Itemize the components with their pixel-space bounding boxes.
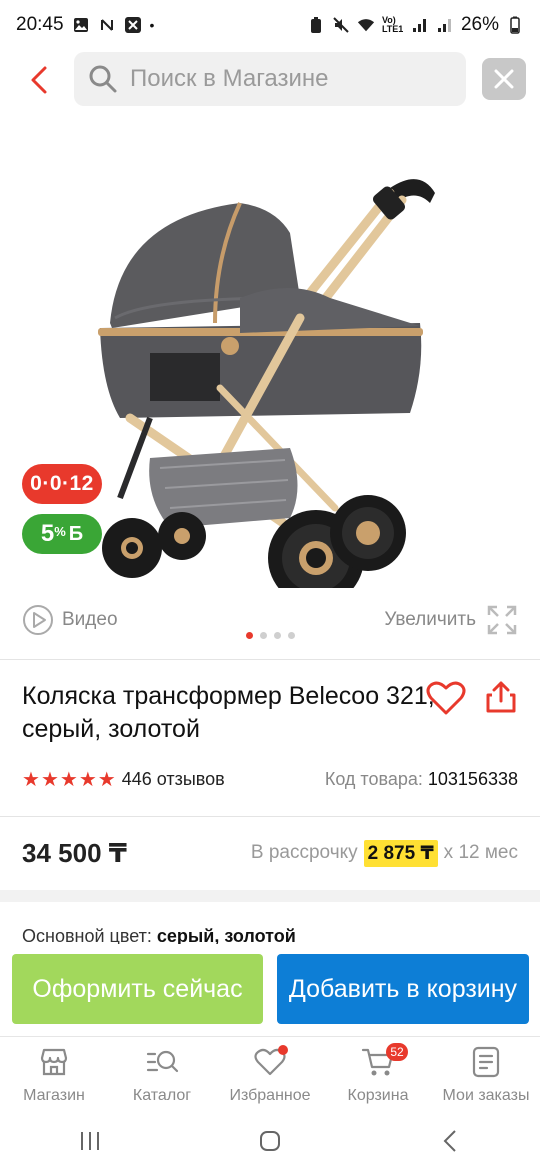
signal-2-icon [436, 16, 454, 34]
bonus-percent-sign: % [54, 523, 66, 539]
product-code-value: 103156338 [427, 768, 518, 789]
star-icon: ★ [40, 768, 59, 791]
tab-label: Корзина [347, 1087, 409, 1104]
tab-label: Каталог [132, 1087, 192, 1104]
cart-count-badge: 52 [386, 1043, 408, 1061]
gallery-dot[interactable] [246, 632, 253, 639]
star-icon: ★ [59, 768, 78, 791]
gallery-pagination [246, 632, 295, 639]
installment-amount: 2 875 ₸ [363, 839, 438, 867]
installment-badge: 0·0·12 [22, 464, 102, 504]
video-label: Видео [62, 609, 118, 630]
star-icon: ★ [97, 768, 116, 791]
recent-apps-button[interactable] [70, 1121, 110, 1161]
gallery-dot[interactable] [260, 632, 267, 639]
battery-percent: 26% [460, 14, 499, 35]
share-button[interactable] [484, 680, 520, 716]
add-to-cart-button[interactable]: Добавить в корзину [277, 954, 529, 1024]
close-icon [494, 69, 514, 89]
signal-icon [411, 16, 429, 34]
tab-label: Избранное [229, 1087, 311, 1104]
expand-icon [487, 605, 517, 635]
tab-orders[interactable]: Мои заказы [432, 1037, 540, 1112]
section-divider [0, 890, 540, 902]
share-icon [486, 681, 516, 713]
network-type: Vo) LTE1 [381, 15, 404, 34]
buy-now-button[interactable]: Оформить сейчас [12, 954, 263, 1024]
heart-icon [426, 681, 466, 715]
star-icon: ★ [78, 768, 97, 791]
product-price: 34 500 ₸ [22, 837, 127, 868]
back-icon [443, 1130, 456, 1152]
favorite-button[interactable] [426, 680, 466, 716]
tab-label: Магазин [23, 1087, 85, 1104]
bonus-badge: 5% Б [22, 514, 102, 554]
wifi-icon [357, 16, 375, 34]
product-title: Коляска трансформер Belecoo 321, серый, … [22, 682, 435, 743]
zoom-label: Увеличить [384, 609, 476, 630]
stroller-product-image[interactable] [90, 148, 450, 588]
divider [0, 659, 540, 660]
installment-suffix: x 12 мес [443, 842, 518, 863]
search-header [0, 50, 540, 110]
gallery-dot[interactable] [288, 632, 295, 639]
gallery-dot[interactable] [274, 632, 281, 639]
video-button[interactable]: Видео [22, 604, 118, 636]
bonus-letter: Б [68, 522, 84, 545]
status-bar: 20:45 • Vo) LTE1 26% [0, 0, 540, 50]
color-value: серый, золотой [156, 926, 296, 944]
reviews-link[interactable]: 446 отзывов [122, 769, 225, 790]
bonus-percent: 5 [40, 520, 55, 547]
system-back-button[interactable] [430, 1121, 470, 1161]
product-code-label: Код товара: [324, 768, 423, 789]
rating-row: ★ ★ ★ ★ ★ 446 отзывов Код товара: 1031563… [22, 766, 518, 792]
battery-icon [506, 16, 524, 34]
tab-catalog[interactable]: Каталог [108, 1037, 216, 1112]
product-code: Код товара: 103156338 [325, 769, 518, 790]
nfc-icon [98, 16, 116, 34]
mute-icon [332, 16, 350, 34]
more-notifications-dot: • [149, 17, 155, 33]
tab-shop[interactable]: Магазин [0, 1037, 108, 1112]
divider [0, 816, 540, 817]
status-time: 20:45 [16, 14, 64, 35]
search-icon [89, 65, 117, 93]
zoom-button[interactable]: Увеличить [384, 604, 518, 636]
gallery-icon [72, 16, 90, 34]
product-gallery[interactable]: 0·0·12 5% Б [0, 120, 540, 650]
bottom-tab-bar: Магазин Каталог Избранное 52 Корзина Мои… [0, 1036, 540, 1112]
tab-cart[interactable]: 52 Корзина [324, 1037, 432, 1112]
recent-apps-icon [81, 1132, 99, 1150]
home-button[interactable] [250, 1121, 290, 1161]
main-color: Основной цвет: серый, золотой [22, 926, 296, 944]
rating-stars[interactable]: ★ ★ ★ ★ ★ [22, 767, 116, 792]
tab-favorites[interactable]: Избранное [216, 1037, 324, 1112]
installment-info[interactable]: В рассрочку 2 875 ₸ x 12 мес [250, 839, 518, 867]
search-input[interactable] [130, 65, 450, 93]
home-icon [260, 1131, 280, 1151]
app-notification-icon [124, 16, 142, 34]
price-row: 34 500 ₸ В рассрочку 2 875 ₸ x 12 мес [22, 836, 518, 870]
catalog-search-icon [145, 1045, 179, 1079]
battery-saver-icon [307, 16, 325, 34]
star-icon: ★ [22, 768, 40, 791]
tab-label: Мои заказы [442, 1087, 530, 1104]
installment-prefix: В рассрочку [250, 842, 358, 863]
search-box[interactable] [74, 52, 466, 106]
chevron-left-icon [31, 66, 47, 94]
back-button[interactable] [22, 62, 56, 98]
play-circle-icon [23, 605, 53, 635]
close-search-button[interactable] [482, 58, 526, 100]
shop-icon [37, 1045, 71, 1079]
notification-dot [278, 1045, 288, 1055]
orders-icon [469, 1045, 503, 1079]
system-navigation-bar [0, 1112, 540, 1170]
color-label: Основной цвет: [22, 926, 152, 944]
